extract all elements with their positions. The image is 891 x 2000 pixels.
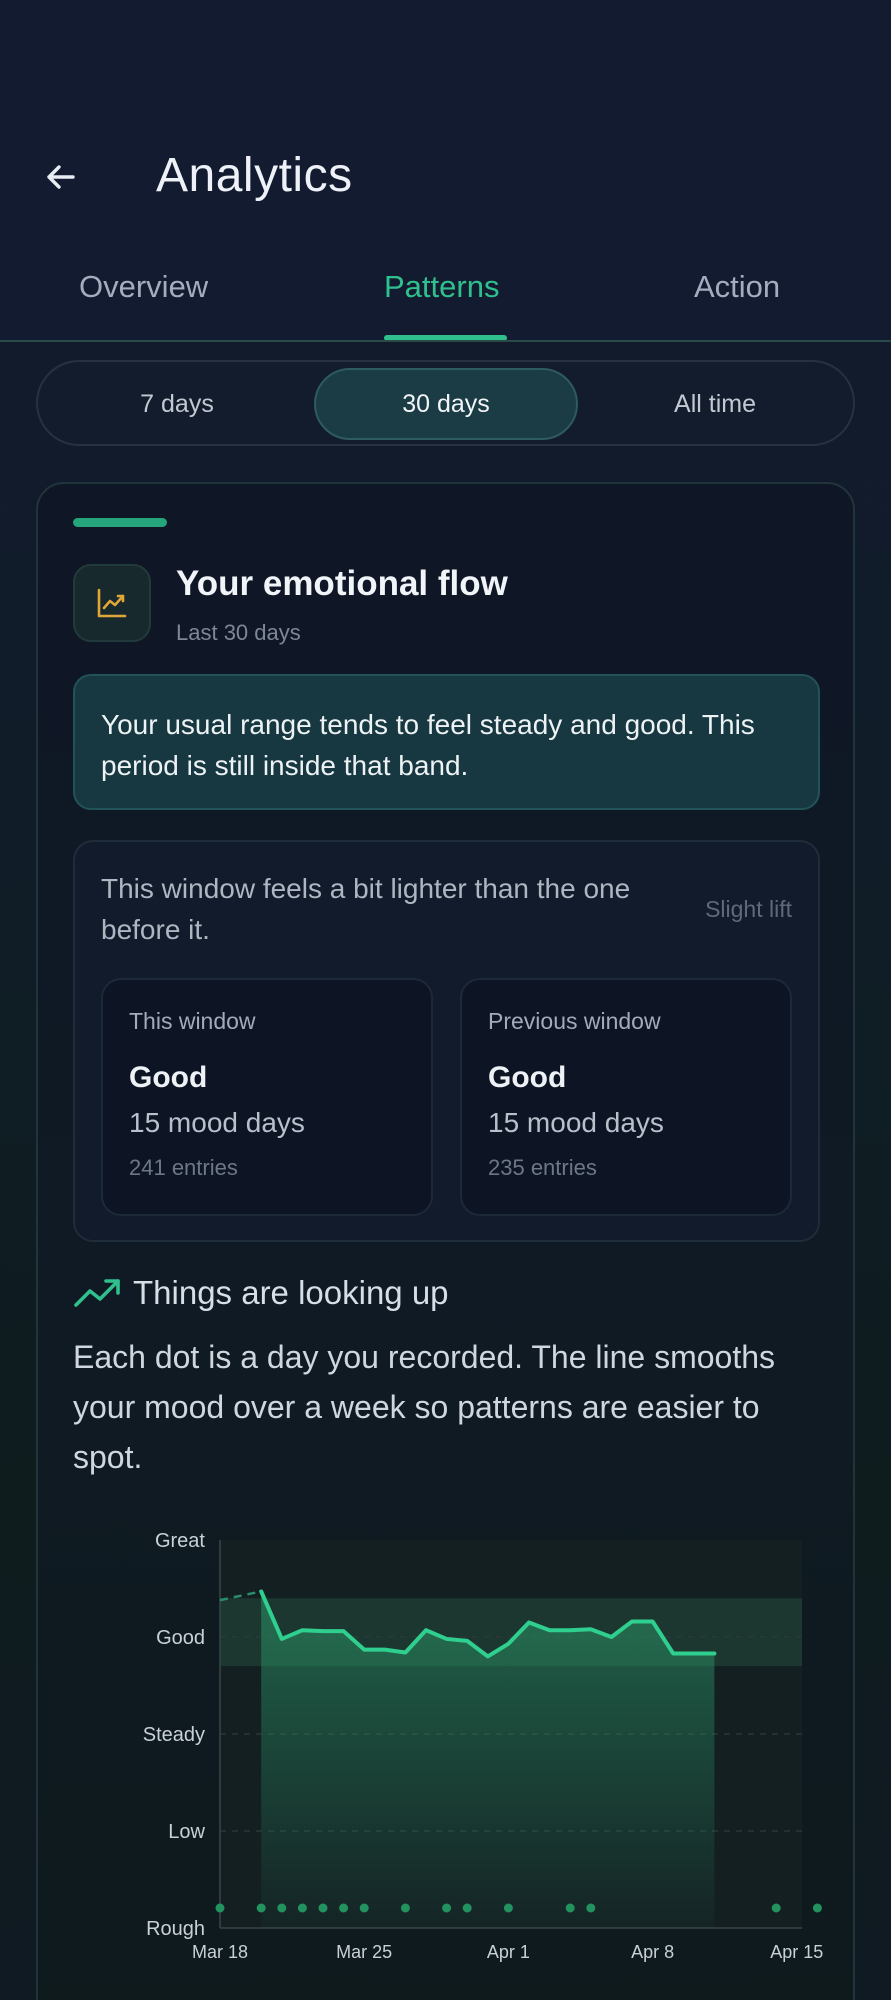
window-entries: 241 entries [129, 1155, 238, 1180]
y-tick-label: Rough [146, 1918, 205, 1940]
range-selector: 7 days 30 days All time [36, 360, 855, 446]
mood-chart: Rough Low Steady Good Great Mar 18 Mar 25 Apr 1… [143, 1530, 824, 1962]
recorded-day-dot [771, 1903, 781, 1913]
comparison-text: This window feels a bit lighter than the… [101, 873, 631, 945]
previous-window-card: Previous window Good 15 mood days 235 en… [460, 978, 792, 1216]
range-all-time[interactable]: All time [586, 368, 844, 440]
recorded-day-dot [256, 1903, 266, 1913]
card-title: Your emotional flow [176, 564, 508, 603]
trend-chart-icon [73, 564, 151, 642]
tabs-divider [0, 340, 891, 342]
y-tick-label: Great [155, 1530, 205, 1552]
x-tick-label: Apr 15 [770, 1942, 823, 1962]
page-title: Analytics [156, 149, 353, 202]
x-tick-label: Mar 25 [336, 1942, 392, 1962]
y-tick-label: Good [156, 1627, 205, 1649]
card-subtitle: Last 30 days [176, 620, 301, 645]
recorded-day-dot [318, 1903, 328, 1913]
x-tick-label: Mar 18 [192, 1942, 248, 1962]
tab-action[interactable]: Action [694, 269, 780, 305]
x-tick-label: Apr 8 [631, 1942, 674, 1962]
insight-banner: Your usual range tends to feel steady an… [73, 674, 820, 810]
app-header: Analytics Overview Patterns Action [0, 0, 891, 341]
recorded-day-dot [503, 1903, 513, 1913]
tab-bar: Overview Patterns Action [0, 255, 891, 341]
recorded-day-dot [812, 1903, 822, 1913]
tab-overview[interactable]: Overview [79, 269, 208, 305]
x-tick-label: Apr 1 [487, 1942, 530, 1962]
recorded-day-dot [586, 1903, 596, 1913]
recorded-day-dot [565, 1903, 575, 1913]
window-days: 15 mood days [488, 1107, 664, 1138]
card-accent-bar [73, 518, 167, 527]
chart-description: Each dot is a day you recorded. The line… [73, 1339, 776, 1475]
back-button[interactable] [34, 150, 88, 204]
y-tick-label: Low [168, 1821, 205, 1843]
recorded-day-dot [339, 1903, 349, 1913]
recorded-day-dot [400, 1903, 410, 1913]
recorded-day-dot [215, 1903, 225, 1913]
window-mood: Good [129, 1061, 208, 1094]
comparison-panel: This window feels a bit lighter than the… [73, 840, 820, 1242]
y-tick-label: Steady [143, 1724, 205, 1746]
trend-status: Things are looking up [73, 1274, 449, 1312]
window-days: 15 mood days [129, 1107, 305, 1138]
window-entries: 235 entries [488, 1155, 597, 1180]
window-mood: Good [488, 1061, 567, 1094]
recorded-day-dot [297, 1903, 307, 1913]
window-label: This window [129, 1008, 256, 1034]
tab-patterns[interactable]: Patterns [384, 269, 499, 305]
recorded-day-dot [462, 1903, 472, 1913]
range-7-days[interactable]: 7 days [48, 368, 306, 440]
recorded-day-dot [442, 1903, 452, 1913]
recorded-day-dot [359, 1903, 369, 1913]
this-window-card: This window Good 15 mood days 241 entrie… [101, 978, 433, 1216]
range-30-days[interactable]: 30 days [314, 368, 578, 440]
window-label: Previous window [488, 1008, 661, 1034]
trending-up-icon [74, 1279, 120, 1307]
comparison-tag: Slight lift [705, 896, 792, 922]
arrow-left-icon [47, 165, 75, 189]
trend-label: Things are looking up [133, 1274, 449, 1311]
recorded-day-dot [277, 1903, 287, 1913]
